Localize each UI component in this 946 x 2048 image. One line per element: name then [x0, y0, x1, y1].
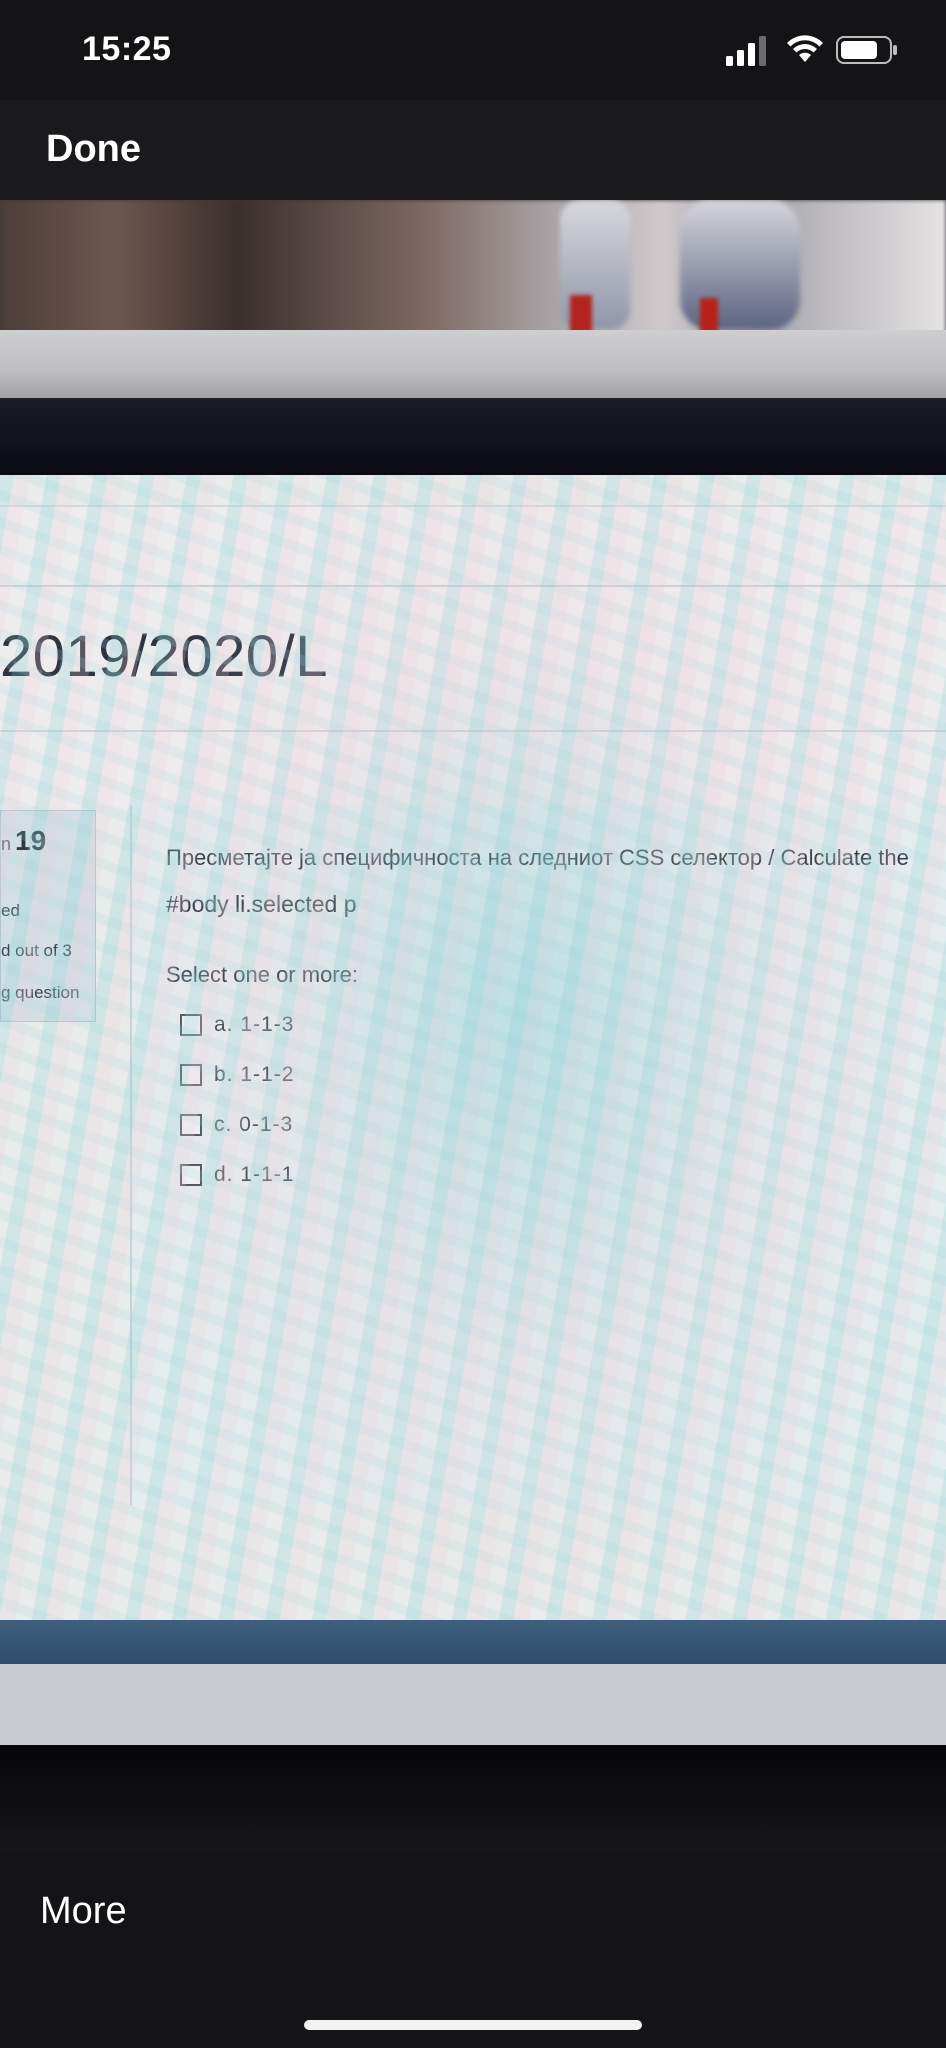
answer-option: b. 1-1-2 [180, 1060, 294, 1090]
laptop-top-bezel [0, 398, 946, 478]
laptop-bottom-bezel [0, 1745, 946, 1850]
question-info-box: n 19 ed d out of 3 g question [0, 810, 96, 1022]
flag-question-link: g question [1, 983, 80, 1002]
status-time: 15:25 [82, 30, 172, 68]
checkbox [180, 1164, 202, 1186]
cellular-signal-icon [726, 36, 766, 66]
question-marks: d out of 3 [1, 941, 72, 960]
checkbox [180, 1064, 202, 1086]
checkbox [180, 1014, 202, 1036]
css-selector-text: #body li.selected p [166, 891, 357, 917]
question-status: ed [1, 901, 20, 920]
question-text: Пресметајте ја специфичноста на следниот… [166, 845, 909, 870]
option-label: d. 1-1-1 [214, 1163, 295, 1186]
option-label: a. 1-1-3 [214, 1013, 295, 1036]
shelf [0, 330, 946, 400]
answer-option: c. 0-1-3 [180, 1110, 293, 1140]
divider [0, 730, 946, 732]
question-prefix: n [1, 834, 12, 854]
page-footer-strip [0, 1620, 946, 1664]
photo-viewer: 15:25 Done 2019/2020/L n 19 ed d out of … [0, 0, 946, 2048]
divider [0, 585, 946, 587]
course-title: 2019/2020/L [0, 624, 329, 689]
done-button[interactable]: Done [46, 128, 141, 171]
background-accent [570, 295, 592, 335]
battery-icon [836, 36, 897, 64]
question-number-label: n 19 [1, 825, 46, 857]
laptop-screen: 2019/2020/L n 19 ed d out of 3 g question… [0, 475, 946, 1745]
more-button[interactable]: More [40, 1890, 127, 1933]
navigation-bar: Done [0, 100, 946, 200]
checkbox [180, 1114, 202, 1136]
photo-image[interactable]: 2019/2020/L n 19 ed d out of 3 g question… [0, 200, 946, 1850]
screen-bottom [0, 1664, 946, 1745]
option-label: c. 0-1-3 [214, 1113, 294, 1136]
question-number: 19 [15, 825, 47, 856]
option-label: b. 1-1-2 [214, 1063, 295, 1086]
answer-option: a. 1-1-3 [180, 1010, 294, 1040]
select-prompt: Select one or more: [166, 962, 358, 987]
home-indicator[interactable] [304, 2020, 642, 2030]
bottom-toolbar: More [0, 1850, 946, 2048]
status-bar: 15:25 [0, 0, 946, 100]
answer-option: d. 1-1-1 [180, 1160, 294, 1190]
question-card: Пресметајте ја специфичноста на следниот… [130, 805, 946, 1505]
background-object [680, 200, 800, 330]
wifi-icon [787, 35, 823, 62]
